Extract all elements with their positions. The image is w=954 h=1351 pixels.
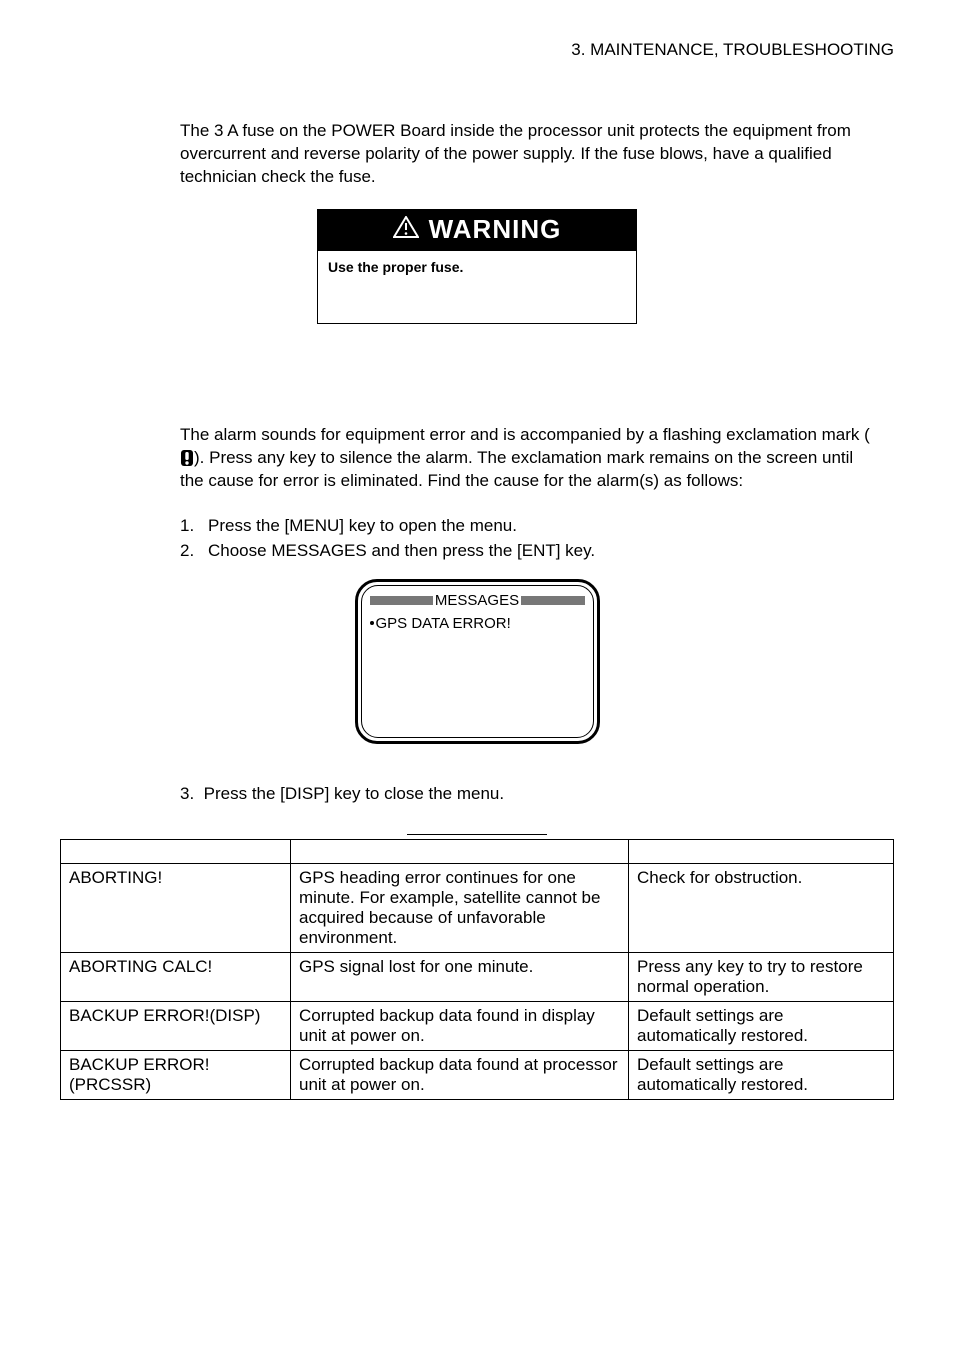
para2-part-a: The alarm sounds for equipment error and… [180, 425, 870, 444]
table-header-cell [629, 839, 894, 863]
list-number: 1. [180, 513, 208, 539]
list-number: 3. [180, 784, 194, 803]
table-cell: Default settings are automatically resto… [629, 1050, 894, 1099]
warning-box: WARNING Use the proper fuse. [317, 209, 637, 324]
para2-part-b: ). Press any key to silence the alarm. T… [180, 448, 853, 490]
table-cell: Default settings are automatically resto… [629, 1001, 894, 1050]
page-header: 3. MAINTENANCE, TROUBLESHOOTING [60, 40, 894, 60]
title-bar-right [521, 596, 584, 605]
title-bar-left [370, 596, 433, 605]
messages-title: MESSAGES [433, 592, 521, 609]
warning-body: Use the proper fuse. [318, 251, 636, 323]
table-cell: ABORTING CALC! [61, 952, 291, 1001]
paragraph-fuse: The 3 A fuse on the POWER Board inside t… [180, 120, 874, 189]
table-cell: BACKUP ERROR!(DISP) [61, 1001, 291, 1050]
table-row: ABORTING! GPS heading error continues fo… [61, 863, 894, 952]
list-number: 2. [180, 538, 208, 564]
table-cell: GPS signal lost for one minute. [291, 952, 629, 1001]
table-row: BACKUP ERROR!(DISP) Corrupted backup dat… [61, 1001, 894, 1050]
table-caption-underline [407, 834, 547, 835]
messages-screen-inner: MESSAGES GPS DATA ERROR! [361, 585, 594, 738]
warning-triangle-icon [393, 216, 419, 243]
table-cell: GPS heading error continues for one minu… [291, 863, 629, 952]
error-messages-table: ABORTING! GPS heading error continues fo… [60, 839, 894, 1100]
warning-header: WARNING [318, 210, 636, 251]
list-text: Choose MESSAGES and then press the [ENT]… [208, 538, 595, 564]
table-row: ABORTING CALC! GPS signal lost for one m… [61, 952, 894, 1001]
table-cell: ABORTING! [61, 863, 291, 952]
table-cell: Corrupted backup data found at processor… [291, 1050, 629, 1099]
messages-title-row: MESSAGES [370, 592, 585, 609]
messages-content: GPS DATA ERROR! [370, 615, 585, 632]
table-cell: Press any key to try to restore normal o… [629, 952, 894, 1001]
paragraph-alarm: The alarm sounds for equipment error and… [180, 424, 874, 493]
table-cell: Corrupted backup data found in display u… [291, 1001, 629, 1050]
list-item: 2. Choose MESSAGES and then press the [E… [180, 538, 874, 564]
table-header-cell [61, 839, 291, 863]
list-text: Press the [MENU] key to open the menu. [208, 513, 517, 539]
warning-title: WARNING [429, 214, 562, 245]
exclamation-icon [180, 449, 194, 467]
messages-screen: MESSAGES GPS DATA ERROR! [355, 579, 600, 744]
table-header-row [61, 839, 894, 863]
instruction-list: 1. Press the [MENU] key to open the menu… [180, 513, 874, 564]
list-text: Press the [DISP] key to close the menu. [204, 784, 504, 803]
table-header-cell [291, 839, 629, 863]
list-item: 1. Press the [MENU] key to open the menu… [180, 513, 874, 539]
table-cell: Check for obstruction. [629, 863, 894, 952]
messages-text: GPS DATA ERROR! [376, 615, 511, 632]
table-row: BACKUP ERROR!(PRCSSR) Corrupted backup d… [61, 1050, 894, 1099]
bullet-icon [370, 621, 374, 625]
table-cell: BACKUP ERROR!(PRCSSR) [61, 1050, 291, 1099]
paragraph-close: 3. Press the [DISP] key to close the men… [180, 784, 894, 804]
